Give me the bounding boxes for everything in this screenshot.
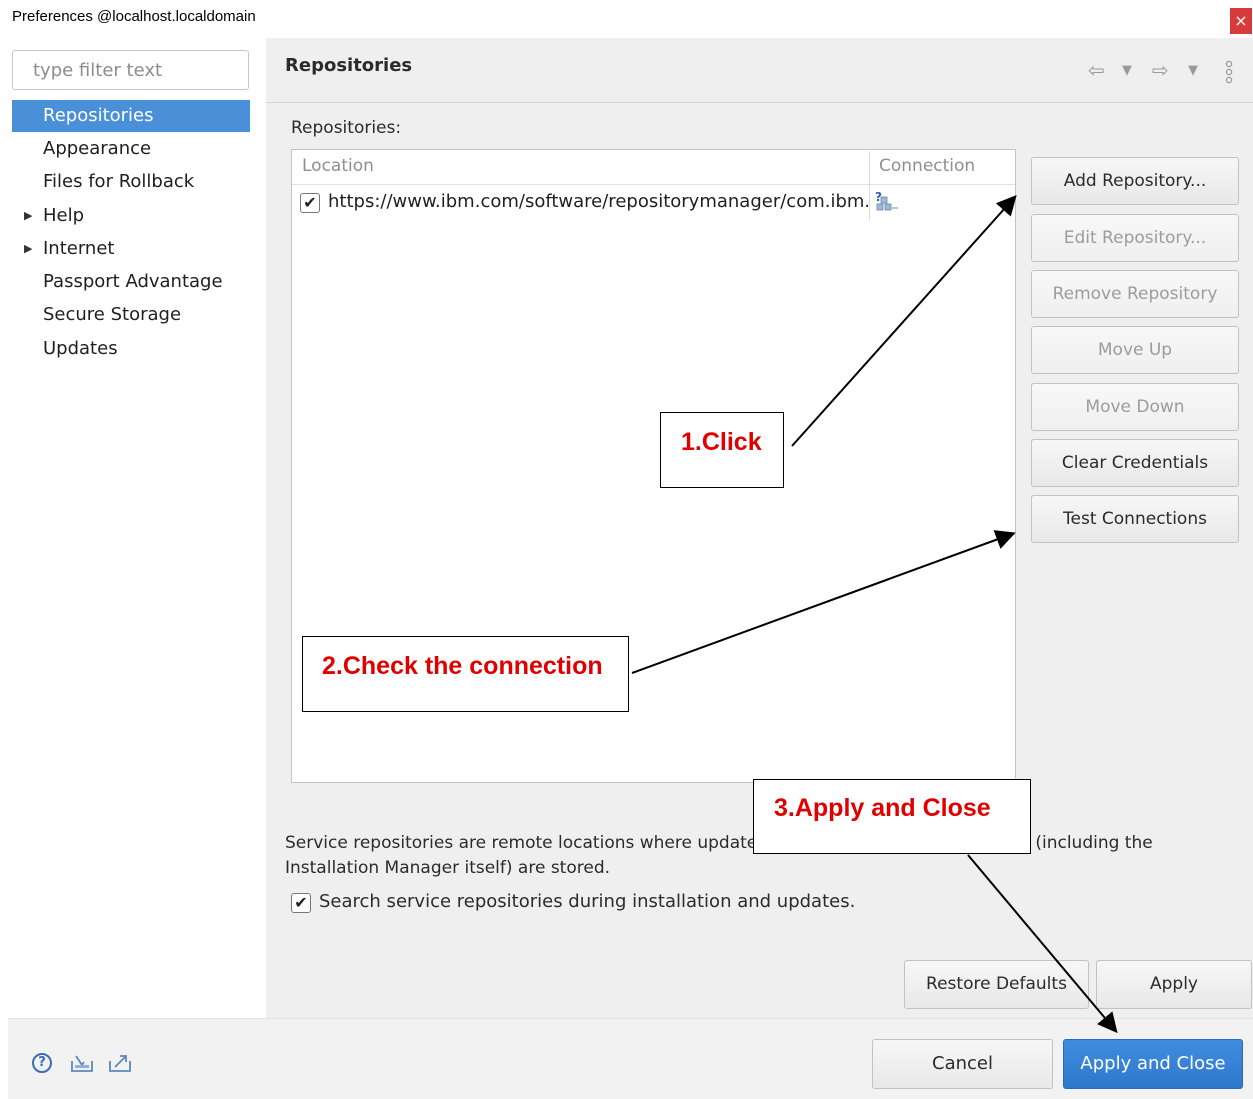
menu-icon[interactable] (1223, 60, 1235, 84)
repositories-label: Repositories: (291, 118, 402, 138)
apply-button[interactable]: Apply (1096, 960, 1252, 1009)
dropdown-icon[interactable]: ▼ (1188, 63, 1198, 78)
export-icon[interactable] (108, 1051, 134, 1073)
import-icon[interactable] (70, 1053, 96, 1073)
apply-and-close-button[interactable]: Apply and Close (1063, 1039, 1243, 1089)
page-header (266, 38, 1253, 103)
move-up-button[interactable]: Move Up (1031, 326, 1239, 374)
nav-item-label: Passport Advantage (43, 271, 223, 292)
search-service-repositories-label[interactable]: Search service repositories during insta… (319, 891, 855, 912)
forward-arrow-icon[interactable]: ⇨ (1152, 58, 1169, 82)
header-divider (292, 184, 1015, 185)
nav-item-repositories[interactable]: Repositories (12, 100, 250, 132)
nav-item-help[interactable]: ▶ Help (12, 200, 250, 232)
nav-item-secure-storage[interactable]: Secure Storage (12, 299, 250, 331)
dropdown-icon[interactable]: ▼ (1122, 63, 1132, 78)
edit-repository-button[interactable]: Edit Repository... (1031, 214, 1239, 262)
repository-location[interactable]: https://www.ibm.com/software/repositorym… (328, 191, 868, 212)
service-repositories-description: Service repositories are remote location… (285, 833, 1153, 878)
back-arrow-icon[interactable]: ⇦ (1088, 58, 1105, 82)
nav-item-label: Appearance (43, 138, 152, 159)
column-header-location[interactable]: Location (302, 156, 374, 176)
nav-item-label: Secure Storage (43, 304, 182, 325)
column-divider[interactable] (869, 151, 870, 221)
nav-item-label: Updates (43, 338, 118, 359)
nav-item-updates[interactable]: Updates (12, 333, 250, 365)
unknown-connection-icon: ? (875, 190, 898, 211)
filter-input[interactable] (12, 50, 249, 90)
nav-item-internet[interactable]: ▶ Internet (12, 233, 250, 265)
search-service-repositories-checkbox[interactable]: ✔ (291, 893, 311, 913)
annotation-step3-text: 3.Apply and Close (774, 794, 991, 822)
nav-item-files-for-rollback[interactable]: Files for Rollback (12, 166, 250, 198)
add-repository-button[interactable]: Add Repository... (1031, 157, 1239, 205)
nav-item-passport-advantage[interactable]: Passport Advantage (12, 266, 250, 298)
column-header-connection[interactable]: Connection (879, 156, 975, 176)
nav-item-label: Help (43, 205, 85, 226)
nav-item-label: Internet (43, 238, 115, 259)
window-title: Preferences @localhost.localdomain (12, 8, 256, 25)
close-button[interactable]: × (1230, 8, 1252, 34)
nav-item-label: Files for Rollback (43, 171, 195, 192)
repository-checkbox[interactable]: ✔ (300, 193, 320, 213)
expand-arrow-icon[interactable]: ▶ (24, 200, 32, 232)
clear-credentials-button[interactable]: Clear Credentials (1031, 439, 1239, 487)
expand-arrow-icon[interactable]: ▶ (24, 233, 32, 265)
move-down-button[interactable]: Move Down (1031, 383, 1239, 431)
remove-repository-button[interactable]: Remove Repository (1031, 270, 1239, 318)
cancel-button[interactable]: Cancel (872, 1039, 1053, 1089)
nav-item-label: Repositories (43, 105, 154, 126)
page-title: Repositories (285, 55, 413, 76)
help-icon[interactable]: ? (32, 1053, 52, 1073)
nav-item-appearance[interactable]: Appearance (12, 133, 250, 165)
test-connections-button[interactable]: Test Connections (1031, 495, 1239, 543)
annotation-step1-text: 1.Click (681, 428, 762, 456)
restore-defaults-button[interactable]: Restore Defaults (904, 960, 1089, 1009)
annotation-step2-text: 2.Check the connection (322, 652, 603, 680)
